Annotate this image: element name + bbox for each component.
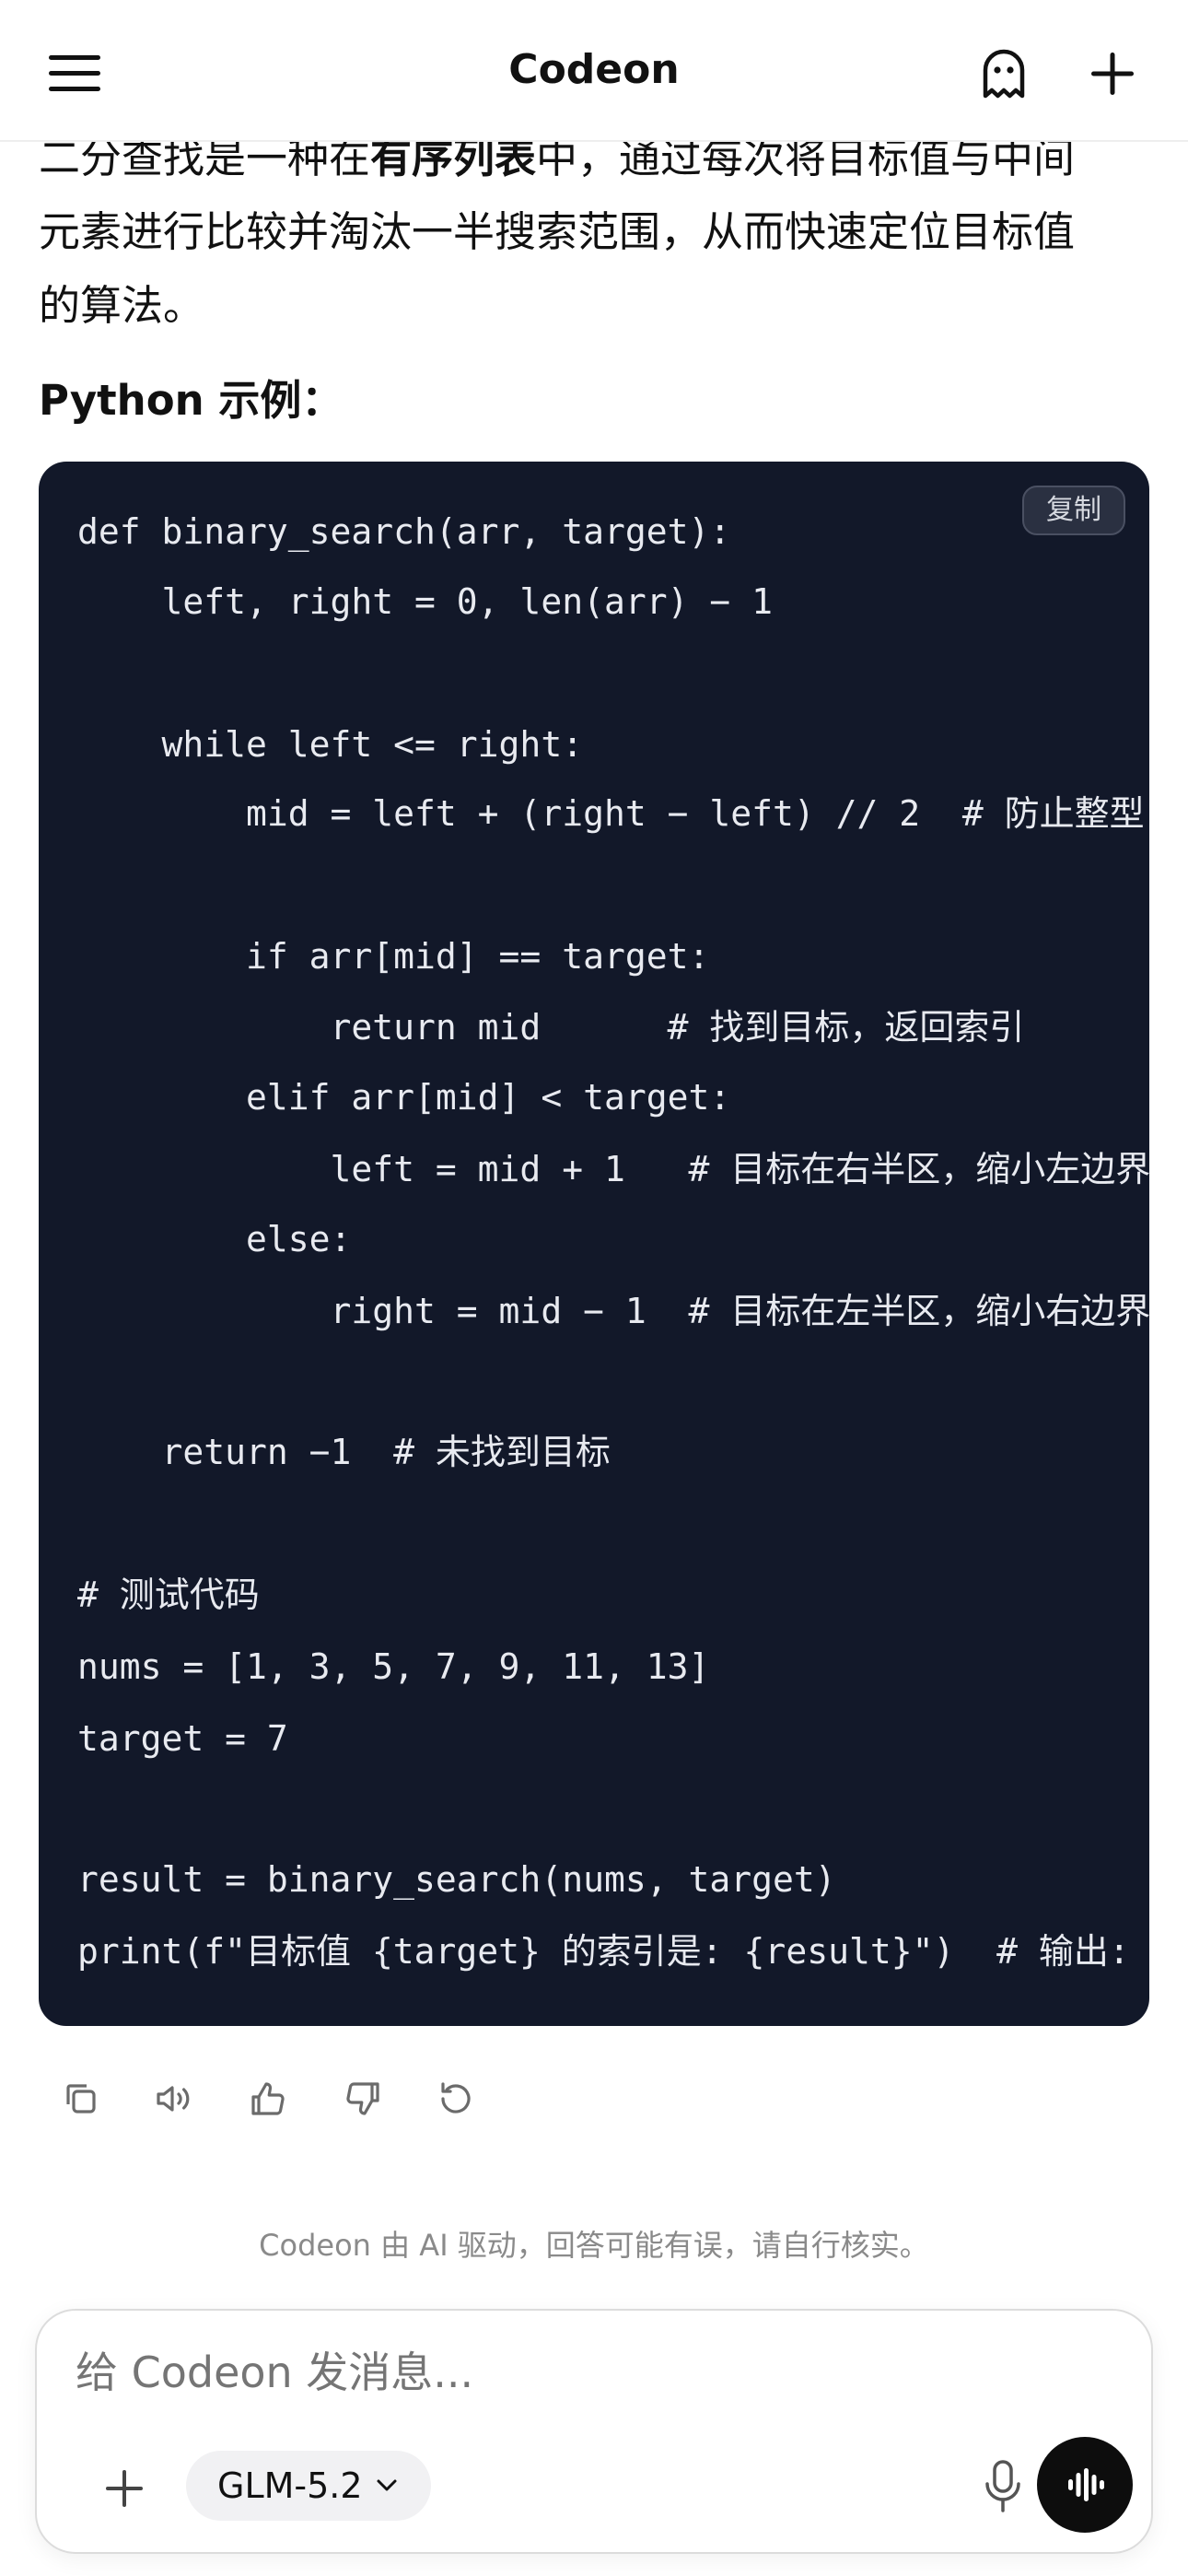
code-line: while left <= right: xyxy=(77,724,584,765)
regenerate-icon[interactable] xyxy=(430,2073,482,2125)
voice-waveform-icon xyxy=(1068,2468,1104,2501)
code-block: 复制 def binary_search(arr, target): left,… xyxy=(39,462,1149,2026)
thumbs-down-icon[interactable] xyxy=(337,2073,389,2125)
new-chat-button[interactable] xyxy=(1076,37,1149,111)
ghost-mode-button[interactable] xyxy=(967,37,1041,111)
code-line: if arr[mid] == target: xyxy=(77,936,710,977)
message-composer: GLM-5.2 xyxy=(35,2309,1153,2554)
code-line: mid = left + (right − left) // 2 # 防止整型 xyxy=(77,793,1145,834)
intro-line-2: 元素进行比较并淘汰一半搜索范围，从而快速定位目标值 xyxy=(39,207,1076,256)
code-line: else: xyxy=(77,1219,352,1259)
plus-icon xyxy=(1091,53,1134,95)
attach-button[interactable] xyxy=(92,2456,157,2521)
code-line: return mid # 找到目标，返回索引 xyxy=(77,1007,1025,1048)
answer-intro: 二分查找是一种在有序列表中，通过每次将目标值与中间 元素进行比较并淘汰一半搜索范… xyxy=(39,122,1153,343)
intro-line-3: 的算法。 xyxy=(39,281,205,330)
code-line: def binary_search(arr, target): xyxy=(77,511,731,552)
code-line: left, right = 0, len(arr) − 1 xyxy=(77,581,773,622)
microphone-icon xyxy=(985,2460,1020,2512)
top-bar: Codeon xyxy=(0,0,1188,142)
message-input[interactable] xyxy=(76,2348,1089,2397)
app-root: 二分查找是一种在有序列表中，通过每次将目标值与中间 元素进行比较并淘汰一半搜索范… xyxy=(0,0,1188,2576)
example-heading: Python 示例： xyxy=(39,376,344,425)
copy-code-button[interactable]: 复制 xyxy=(1022,486,1125,535)
model-label: GLM-5.2 xyxy=(217,2465,363,2506)
code-line: target = 7 xyxy=(77,1718,288,1759)
code-line: result = binary_search(nums, target) xyxy=(77,1859,836,1900)
code-line: nums = [1, 3, 5, 7, 9, 11, 13] xyxy=(77,1646,710,1687)
ai-disclaimer: Codeon 由 AI 驱动，回答可能有误，请自行核实。 xyxy=(259,2228,929,2263)
model-selector[interactable]: GLM-5.2 xyxy=(186,2451,431,2521)
copy-icon[interactable] xyxy=(55,2073,107,2125)
code-line: # 测试代码 xyxy=(77,1575,260,1615)
chevron-down-icon xyxy=(377,2479,397,2491)
code-line: print(f"目标值 {target} 的索引是: {result}") # … xyxy=(77,1931,1130,1972)
ghost-icon xyxy=(983,49,1025,99)
plus-icon xyxy=(106,2470,143,2507)
thumbs-up-icon[interactable] xyxy=(242,2073,294,2125)
code-line: return −1 # 未找到目标 xyxy=(77,1432,611,1472)
voice-mode-button[interactable] xyxy=(1037,2437,1133,2533)
speaker-icon[interactable] xyxy=(147,2073,199,2125)
code-line: elif arr[mid] < target: xyxy=(77,1077,731,1118)
code-line: left = mid + 1 # 目标在右半区，缩小左边界 xyxy=(77,1149,1149,1189)
microphone-button[interactable] xyxy=(971,2454,1035,2519)
code-line: right = mid − 1 # 目标在左半区，缩小右边界 xyxy=(77,1291,1149,1331)
